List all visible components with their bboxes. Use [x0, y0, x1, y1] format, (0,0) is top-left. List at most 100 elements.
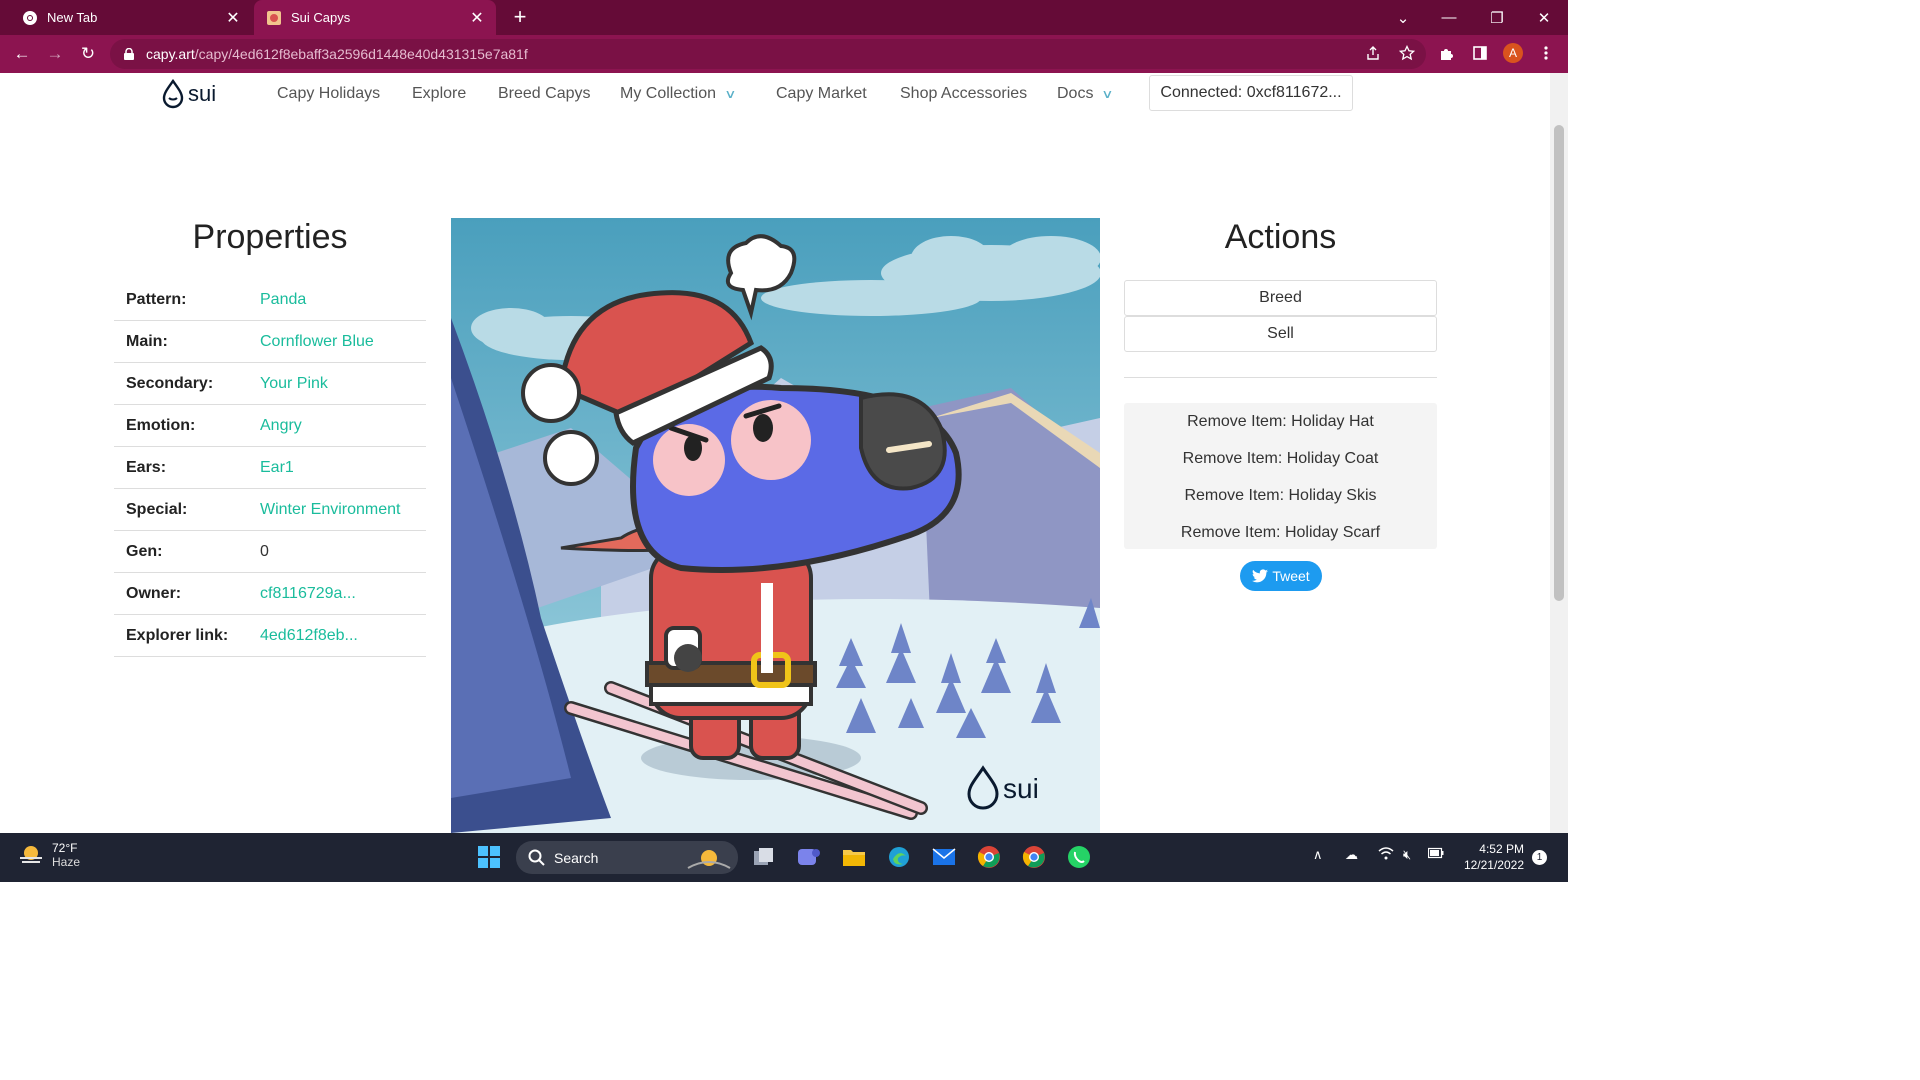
site-navbar: sui Capy Holidays Explore Breed Capys My…: [0, 73, 1550, 117]
remove-holiday-scarf-button[interactable]: Remove Item: Holiday Scarf: [1124, 524, 1437, 542]
search-highlight-icon: [687, 849, 731, 869]
whatsapp-icon[interactable]: [1065, 843, 1093, 871]
sui-logo[interactable]: sui: [162, 79, 216, 109]
property-value-link[interactable]: Winter Environment: [260, 488, 426, 531]
nav-my-collection[interactable]: My Collection ∨: [620, 85, 737, 103]
weather-temp: 72°F: [52, 841, 78, 855]
forward-arrow-icon[interactable]: →: [43, 43, 67, 65]
breed-button[interactable]: Breed: [1124, 280, 1437, 316]
extensions-puzzle-icon[interactable]: [1434, 40, 1460, 66]
share-icon[interactable]: [1360, 40, 1386, 66]
remove-holiday-hat-button[interactable]: Remove Item: Holiday Hat: [1124, 413, 1437, 431]
actions-heading: Actions: [1224, 218, 1337, 256]
clock-date: 12/21/2022: [1463, 858, 1524, 872]
chrome-taskbar-icon[interactable]: [975, 843, 1003, 871]
wifi-icon[interactable]: [1378, 847, 1394, 863]
scrollbar-thumb[interactable]: [1554, 125, 1564, 601]
url-host: capy.art: [146, 46, 195, 62]
tab-close-icon[interactable]: ✕: [222, 8, 244, 28]
twitter-bird-icon: [1252, 569, 1269, 583]
show-hidden-icons-chevron-icon[interactable]: ∧: [1313, 847, 1323, 863]
browser-toolbar: ← → ↻ capy.art/capy/4ed612f8ebaff3a2596d…: [0, 35, 1568, 73]
tab-close-icon[interactable]: ✕: [466, 8, 488, 28]
property-key: Ears:: [114, 446, 260, 489]
actions-divider: [1124, 377, 1437, 378]
minimize-icon[interactable]: —: [1426, 0, 1472, 35]
chrome-profile-taskbar-icon[interactable]: [1020, 843, 1048, 871]
notification-badge[interactable]: 1: [1532, 850, 1547, 865]
explorer-link[interactable]: 4ed612f8eb...: [260, 614, 426, 657]
chevron-down-icon: ∨: [724, 87, 737, 101]
browser-menu-icon[interactable]: [1533, 40, 1559, 66]
table-row: Explorer link: 4ed612f8eb...: [114, 614, 426, 657]
page-scrollbar[interactable]: [1550, 73, 1568, 833]
nav-capy-holidays[interactable]: Capy Holidays: [277, 85, 380, 103]
url-text: capy.art/capy/4ed612f8ebaff3a2596d1448e4…: [146, 46, 528, 62]
nav-capy-market[interactable]: Capy Market: [776, 85, 867, 103]
haze-sun-icon: [20, 846, 42, 863]
property-value-link[interactable]: Angry: [260, 404, 426, 447]
search-icon: [528, 849, 545, 866]
url-path: /capy/4ed612f8ebaff3a2596d1448e40d431315…: [194, 46, 528, 62]
tab-sui-capys[interactable]: Sui Capys ✕: [254, 0, 496, 35]
side-panel-icon[interactable]: [1467, 40, 1493, 66]
new-tab-button[interactable]: +: [508, 4, 532, 30]
teams-chat-icon[interactable]: [795, 843, 823, 871]
nav-breed-capys[interactable]: Breed Capys: [498, 85, 591, 103]
property-key: Explorer link:: [114, 614, 260, 657]
property-key: Emotion:: [114, 404, 260, 447]
bookmark-star-icon[interactable]: [1394, 40, 1420, 66]
close-window-icon[interactable]: ✕: [1521, 0, 1567, 35]
reload-icon[interactable]: ↻: [76, 43, 100, 65]
battery-icon[interactable]: [1427, 847, 1444, 862]
table-row: Special: Winter Environment: [114, 488, 426, 531]
nav-docs[interactable]: Docs ∨: [1057, 85, 1114, 103]
property-value-link[interactable]: Your Pink: [260, 362, 426, 405]
windows-start-icon[interactable]: [475, 843, 503, 871]
property-value-link[interactable]: Panda: [260, 279, 426, 321]
taskbar-clock[interactable]: 4:52 PM 12/21/2022: [1456, 841, 1524, 873]
table-row: Emotion: Angry: [114, 404, 426, 447]
property-key: Gen:: [114, 530, 260, 573]
nav-shop-accessories[interactable]: Shop Accessories: [900, 85, 1027, 103]
page-content: sui Capy Holidays Explore Breed Capys My…: [0, 73, 1550, 833]
weather-widget[interactable]: 72°F Haze: [18, 841, 80, 869]
profile-avatar[interactable]: A: [1503, 43, 1523, 63]
address-bar[interactable]: capy.art/capy/4ed612f8ebaff3a2596d1448e4…: [110, 39, 1426, 69]
chrome-icon: [23, 10, 37, 25]
remove-holiday-skis-button[interactable]: Remove Item: Holiday Skis: [1124, 487, 1437, 505]
tweet-label: Tweet: [1272, 568, 1310, 584]
search-label: Search: [554, 849, 599, 866]
file-explorer-icon[interactable]: [840, 843, 868, 871]
table-row: Pattern: Panda: [114, 279, 426, 321]
property-value: 0: [260, 530, 426, 573]
owner-link[interactable]: cf8116729a...: [260, 572, 426, 615]
property-key: Special:: [114, 488, 260, 531]
tab-new-tab[interactable]: New Tab ✕: [8, 0, 252, 35]
speaker-muted-icon[interactable]: 🔇︎: [1403, 847, 1411, 863]
sell-button[interactable]: Sell: [1124, 316, 1437, 352]
property-value-link[interactable]: Cornflower Blue: [260, 320, 426, 363]
property-key: Owner:: [114, 572, 260, 615]
wallet-connected-button[interactable]: Connected: 0xcf811672...: [1149, 75, 1353, 111]
logo-text: sui: [188, 81, 217, 106]
remove-items-list: Remove Item: Holiday Hat Remove Item: Ho…: [1124, 403, 1437, 549]
property-key: Secondary:: [114, 362, 260, 405]
nav-docs-label: Docs: [1057, 85, 1094, 102]
taskbar-search[interactable]: Search: [516, 841, 738, 874]
task-view-icon[interactable]: [750, 843, 778, 871]
nav-explore[interactable]: Explore: [412, 85, 466, 103]
property-value-link[interactable]: Ear1: [260, 446, 426, 489]
back-arrow-icon[interactable]: ←: [10, 43, 34, 65]
tab-search-chevron-icon[interactable]: ⌄: [1380, 0, 1426, 35]
onedrive-cloud-icon[interactable]: ☁: [1345, 847, 1358, 863]
watermark-text: sui: [1003, 773, 1039, 804]
remove-holiday-coat-button[interactable]: Remove Item: Holiday Coat: [1124, 450, 1437, 468]
nav-my-collection-label: My Collection: [620, 85, 717, 102]
restore-icon[interactable]: ❐: [1474, 0, 1520, 35]
property-key: Main:: [114, 320, 260, 363]
tweet-button[interactable]: Tweet: [1240, 561, 1322, 591]
properties-heading: Properties: [192, 218, 348, 256]
mail-icon[interactable]: [930, 843, 958, 871]
edge-browser-icon[interactable]: [885, 843, 913, 871]
